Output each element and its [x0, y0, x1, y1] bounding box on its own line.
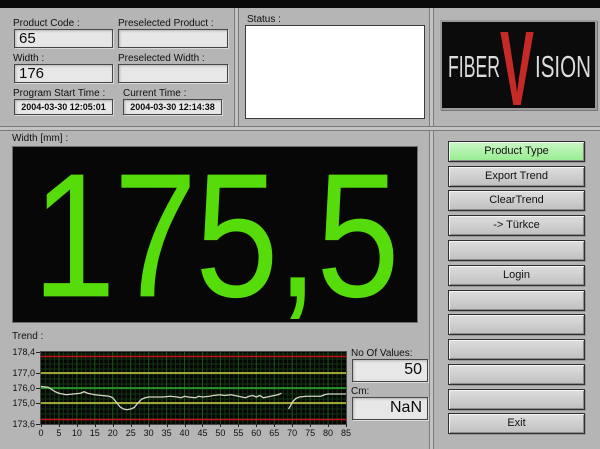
y-tick-mark	[36, 403, 40, 404]
turkce-button[interactable]: -> Türkce	[448, 215, 585, 236]
divider-vertical-right	[429, 8, 434, 449]
blank-button-5[interactable]	[448, 364, 585, 385]
width-field[interactable]: 176	[14, 64, 113, 83]
window-top-strip	[0, 0, 600, 8]
x-tick-label: 20	[105, 428, 121, 438]
x-tick-label: 0	[33, 428, 49, 438]
width-display: 175,5	[12, 146, 418, 323]
y-tick-mark	[36, 352, 40, 353]
program-start-time-value: 2004-03-30 12:05:01	[14, 99, 113, 115]
x-tick-mark	[220, 424, 221, 427]
x-tick-mark	[185, 424, 186, 427]
y-tick-label: 173,6	[5, 419, 35, 429]
x-tick-mark	[328, 424, 329, 427]
status-box	[245, 25, 425, 119]
x-tick-mark	[95, 424, 96, 427]
x-tick-mark	[167, 424, 168, 427]
blank-button-4[interactable]	[448, 339, 585, 360]
divider-horizontal	[0, 126, 600, 131]
x-tick-mark	[292, 424, 293, 427]
x-tick-label: 30	[141, 428, 157, 438]
x-tick-mark	[274, 424, 275, 427]
blank-button-6[interactable]	[448, 389, 585, 410]
y-tick-label: 175,0	[5, 398, 35, 408]
current-time-value: 2004-03-30 12:14:38	[123, 99, 222, 115]
logo-letter-v: V	[500, 22, 534, 108]
y-tick-label: 178,4	[5, 347, 35, 357]
current-time-label: Current Time :	[123, 88, 186, 99]
x-tick-label: 75	[302, 428, 318, 438]
x-tick-label: 55	[230, 428, 246, 438]
x-tick-mark	[310, 424, 311, 427]
login-button[interactable]: Login	[448, 265, 585, 286]
logo-text-ision: ISION	[535, 49, 591, 84]
x-tick-mark	[41, 424, 42, 427]
x-tick-label: 50	[212, 428, 228, 438]
x-tick-mark	[149, 424, 150, 427]
y-tick-label: 176,0	[5, 383, 35, 393]
no-of-values-field[interactable]: 50	[352, 359, 428, 382]
cm-value: NaN	[352, 397, 428, 420]
width-label: Width :	[13, 53, 44, 64]
program-start-time-label: Program Start Time :	[13, 88, 105, 99]
preselected-width-label: Preselected Width :	[118, 53, 205, 64]
x-tick-mark	[256, 424, 257, 427]
product-code-field[interactable]: 65	[14, 29, 113, 48]
product-type-button[interactable]: Product Type	[448, 141, 585, 162]
cm-label: Cm:	[351, 386, 369, 397]
no-of-values-label: No Of Values:	[351, 348, 413, 359]
exit-button[interactable]: Exit	[448, 413, 585, 434]
x-tick-label: 70	[284, 428, 300, 438]
x-tick-label: 80	[320, 428, 336, 438]
x-tick-label: 40	[177, 428, 193, 438]
y-tick-mark	[36, 373, 40, 374]
product-code-label: Product Code :	[13, 18, 80, 29]
x-tick-mark	[113, 424, 114, 427]
x-tick-mark	[131, 424, 132, 427]
trend-label: Trend :	[12, 331, 43, 342]
y-tick-mark	[36, 424, 40, 425]
x-tick-mark	[202, 424, 203, 427]
x-tick-label: 10	[69, 428, 85, 438]
x-tick-label: 85	[338, 428, 354, 438]
blank-button-1[interactable]	[448, 240, 585, 261]
x-tick-label: 25	[123, 428, 139, 438]
x-tick-label: 60	[248, 428, 264, 438]
y-tick-mark	[36, 388, 40, 389]
preselected-product-label: Preselected Product :	[118, 18, 214, 29]
preselected-width-field[interactable]	[118, 64, 228, 83]
x-tick-label: 45	[194, 428, 210, 438]
fibervision-logo: FIBER V ISION	[440, 20, 597, 110]
x-tick-mark	[238, 424, 239, 427]
fibervision-window: Product Code : 65 Preselected Product : …	[0, 0, 600, 449]
width-display-value: 175,5	[32, 146, 397, 323]
x-tick-mark	[77, 424, 78, 427]
blank-button-3[interactable]	[448, 314, 585, 335]
x-tick-label: 35	[159, 428, 175, 438]
trend-chart	[40, 351, 347, 425]
preselected-product-field[interactable]	[118, 29, 228, 48]
x-tick-label: 65	[266, 428, 282, 438]
x-tick-mark	[346, 424, 347, 427]
export-trend-button[interactable]: Export Trend	[448, 166, 585, 187]
logo-svg: FIBER V ISION	[442, 22, 595, 108]
status-label: Status :	[247, 14, 281, 25]
clear-trend-button[interactable]: ClearTrend	[448, 190, 585, 211]
blank-button-2[interactable]	[448, 290, 585, 311]
logo-text-fiber: FIBER	[448, 49, 500, 84]
divider-vertical-left	[234, 8, 239, 126]
x-tick-label: 5	[51, 428, 67, 438]
trend-plot-svg	[41, 352, 346, 424]
x-tick-mark	[59, 424, 60, 427]
x-tick-label: 15	[87, 428, 103, 438]
y-tick-label: 177,0	[5, 368, 35, 378]
